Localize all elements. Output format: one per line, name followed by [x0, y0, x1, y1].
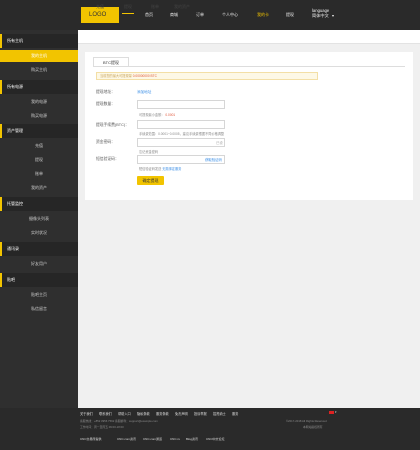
sms-code-label: 短信验证码：	[96, 157, 119, 161]
amount-hint-text: 可提现最小金额：	[139, 113, 165, 117]
tab-recharge[interactable]: 充值	[96, 0, 104, 14]
nav-orders[interactable]: 订单	[196, 0, 204, 30]
tab-withdraw[interactable]: 提现	[122, 0, 134, 14]
chevron-down-icon[interactable]: ▾	[335, 410, 337, 414]
sidebar-item-friends[interactable]: 好友用户	[0, 258, 78, 270]
footer-link-terms[interactable]: 服务条款	[156, 411, 169, 416]
sidebar-head-power[interactable]: 所有电源	[0, 80, 78, 94]
password-label: 资金密码：	[96, 140, 115, 144]
notice-amount: 0.00000000 BTC	[132, 74, 157, 78]
sidebar-item-recharge[interactable]: 充值	[0, 140, 78, 152]
sms-hint-link[interactable]: 无需绑定服务	[162, 167, 181, 171]
footer-bottom-link-1[interactable]: CNC交易所提供	[80, 437, 102, 441]
tab-bar	[78, 30, 420, 44]
footer-link-service[interactable]: 服务	[232, 411, 238, 416]
footer-link-about[interactable]: 关于我们	[80, 411, 93, 416]
footer-bottom-link-5[interactable]: Blog资讯	[186, 437, 198, 441]
notice-text: 当前您的最大可提现量	[100, 74, 132, 78]
footer-link-careers[interactable]: 招贤纳士	[213, 411, 226, 416]
max-withdraw-notice: 当前您的最大可提现量 0.00000000 BTC	[96, 72, 318, 80]
add-address-link[interactable]: 添加地址	[137, 90, 151, 95]
sidebar-item-buy-power[interactable]: 购买电源	[0, 110, 78, 122]
sidebar-item-my-power[interactable]: 我的电源	[0, 96, 78, 108]
sidebar-head-monitoring[interactable]: 托管监控	[0, 197, 78, 211]
fee-input[interactable]	[137, 120, 225, 129]
amount-hint-value: 0.0001	[165, 113, 176, 117]
nav-my-card[interactable]: 我的卡	[257, 0, 269, 30]
footer-hours-line: 工作时间：周一至周五 09:00-18:00	[80, 425, 124, 429]
amount-label: 提现数量：	[96, 102, 115, 106]
footer-link-disclaimer[interactable]: 免责声明	[175, 411, 188, 416]
password-input[interactable]	[137, 138, 225, 147]
forgot-password-link[interactable]: 忘记资金密码	[139, 149, 158, 154]
nav-withdraw[interactable]: 提现	[286, 0, 294, 30]
language-value: 简体中文	[312, 13, 329, 18]
flag-icon[interactable]	[329, 411, 334, 414]
fee-hint: 手续费范围：0.0001~0.0005，建议手续费根据不同价格调整	[139, 132, 225, 136]
sidebar-item-my-assets[interactable]: 我的资产	[0, 182, 78, 194]
footer-link-contact[interactable]: 联系我们	[99, 411, 112, 416]
sidebar-item-withdraw[interactable]: 提现	[0, 154, 78, 166]
footer-copyright: ©2017-2018 All Rights Reserved	[286, 419, 327, 423]
amount-input[interactable]	[137, 100, 225, 109]
footer-bottom-link-6[interactable]: CNC中文论坛	[206, 437, 225, 441]
sidebar-item-forum-home[interactable]: 贴吧主页	[0, 289, 78, 301]
password-status: 已设	[216, 141, 223, 145]
sidebar-head-assets[interactable]: 资产管理	[0, 124, 78, 138]
fee-label: 提现手续费(BTC)：	[96, 123, 129, 127]
footer-bottom-link-3[interactable]: CNC.com通道	[143, 437, 162, 441]
footer-bottom-link-2[interactable]: CNC.com资讯	[117, 437, 136, 441]
sms-hint-text: 短信验证码发送	[139, 167, 162, 171]
sidebar-item-my-hosts[interactable]: 我的主机	[0, 50, 78, 62]
address-label: 提现地址：	[96, 90, 115, 94]
footer-link-complaint[interactable]: 投诉举报	[194, 411, 207, 416]
top-nav-bar	[0, 0, 420, 30]
language-selector[interactable]: language 简体中文	[312, 8, 329, 18]
sidebar-item-buy-hosts[interactable]: 购买主机	[0, 64, 78, 76]
footer-link-privacy[interactable]: 隐私条款	[137, 411, 150, 416]
sidebar-head-forum[interactable]: 贴吧	[0, 273, 78, 287]
footer	[0, 408, 420, 450]
amount-hint: 可提现最小金额： 0.0001	[139, 112, 175, 117]
footer-contact-line: 客服热线：+852 3956 7592 客服邮件：support@example…	[80, 419, 158, 423]
sms-hint: 短信验证码发送 无需绑定服务	[139, 166, 181, 171]
chevron-down-icon[interactable]: ▾	[332, 13, 334, 18]
sidebar-item-bills[interactable]: 账单	[0, 168, 78, 180]
footer-icp: 本网站版权所有	[303, 425, 323, 429]
sidebar-head-contacts[interactable]: 通讯录	[0, 242, 78, 256]
tab-bills[interactable]: 账单	[151, 0, 159, 14]
nav-user-center[interactable]: 个人中心	[222, 0, 238, 30]
get-code-button[interactable]: 获取验证码	[205, 157, 222, 162]
tab-my-assets[interactable]: 我的资产	[174, 0, 190, 14]
subtab-divider	[93, 66, 405, 67]
confirm-withdraw-button[interactable]: 确定提现	[137, 176, 164, 185]
sidebar-item-messages[interactable]: 私信留言	[0, 303, 78, 315]
sidebar-head-hosts[interactable]: 所有主机	[0, 34, 78, 48]
footer-bottom-link-4[interactable]: CNC.ru	[170, 437, 180, 441]
sidebar-item-cameras[interactable]: 摄像头列表	[0, 213, 78, 225]
sidebar-item-realtime[interactable]: 实时状况	[0, 227, 78, 239]
footer-link-help[interactable]: 帮助入口	[118, 411, 131, 416]
